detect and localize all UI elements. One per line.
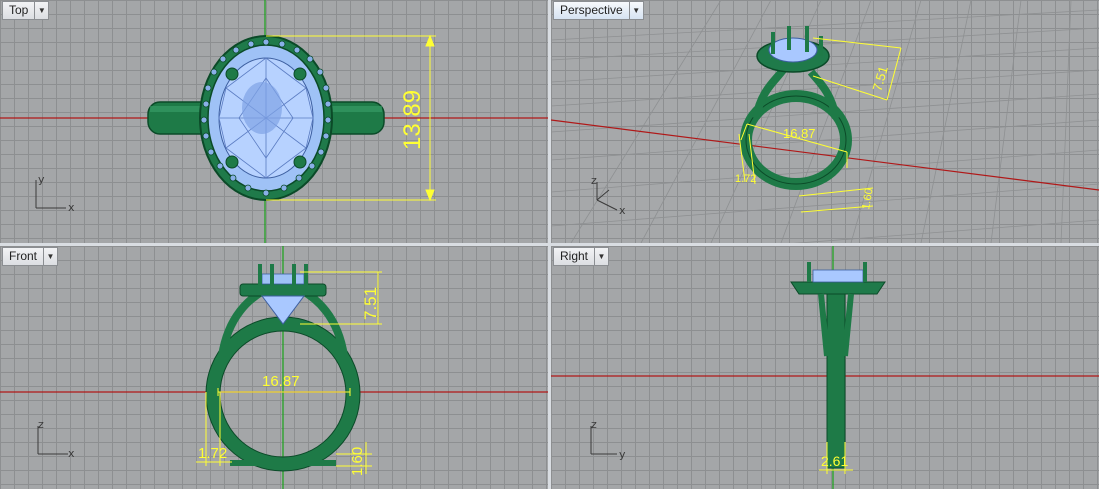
dimension-label-right: 1.60 [349, 447, 366, 476]
halo-setting [790, 281, 886, 295]
axis-label-h: x [68, 447, 75, 460]
viewport-title: Front [9, 249, 38, 263]
axis-label-h: x [68, 201, 75, 214]
rhino-workspace: 13.89 y x Top ▼ 7.51 16.87 1.72 1.60 z x… [0, 0, 1099, 489]
dimension-label-height: 7.51 [869, 64, 890, 92]
viewport-perspective[interactable]: 7.51 16.87 1.72 1.60 z x Perspective ▼ [551, 0, 1099, 243]
viewport-title: Right [560, 249, 589, 263]
right-scene: 2.61 z y [551, 246, 1099, 489]
top-scene: 13.89 y x [0, 0, 548, 243]
axis-label-v: z [591, 174, 597, 187]
axis-label-v: z [591, 418, 597, 431]
ring-shank [826, 291, 846, 469]
viewport-front[interactable]: 7.51 16.87 1.72 1.60 z x Front ▼ [0, 246, 548, 489]
perspective-scene: 7.51 16.87 1.72 1.60 z x [551, 0, 1099, 243]
viewport-right[interactable]: 2.61 z y Right ▼ [551, 246, 1099, 489]
viewport-top[interactable]: 13.89 y x Top ▼ [0, 0, 548, 243]
viewport-tab-top[interactable]: Top ▼ [2, 1, 50, 20]
front-scene: 7.51 16.87 1.72 1.60 z x [0, 246, 548, 489]
viewport-tab-perspective[interactable]: Perspective ▼ [553, 1, 644, 20]
viewport-tab-front[interactable]: Front ▼ [2, 247, 59, 266]
axis-label-h: x [619, 204, 626, 217]
perspective-grid [551, 0, 1099, 243]
dimension-label-height: 7.51 [361, 287, 380, 320]
viewport-title: Top [9, 3, 29, 17]
dropdown-arrow-icon[interactable]: ▼ [34, 2, 48, 19]
center-gem [812, 269, 864, 283]
dimension-label-width: 16.87 [262, 373, 300, 390]
dropdown-arrow-icon[interactable]: ▼ [43, 248, 57, 265]
halo-setting [239, 283, 327, 297]
dropdown-arrow-icon[interactable]: ▼ [628, 2, 643, 19]
dimension-label-left: 1.72 [735, 173, 756, 185]
viewport-tab-right[interactable]: Right ▼ [553, 247, 610, 266]
center-gem [768, 37, 818, 63]
dimension-label-top: 13.89 [399, 90, 426, 150]
dimension-label-width: 16.87 [783, 126, 816, 141]
viewport-title: Perspective [560, 3, 623, 17]
axis-label-h: y [619, 448, 626, 461]
dimension-label-right: 1.60 [860, 187, 876, 210]
axis-label-v: z [38, 418, 44, 431]
dimension-label-right: 2.61 [821, 453, 848, 469]
axis-label-v: y [38, 173, 45, 186]
dropdown-arrow-icon[interactable]: ▼ [594, 248, 608, 265]
dimension-label-left: 1.72 [198, 445, 227, 462]
